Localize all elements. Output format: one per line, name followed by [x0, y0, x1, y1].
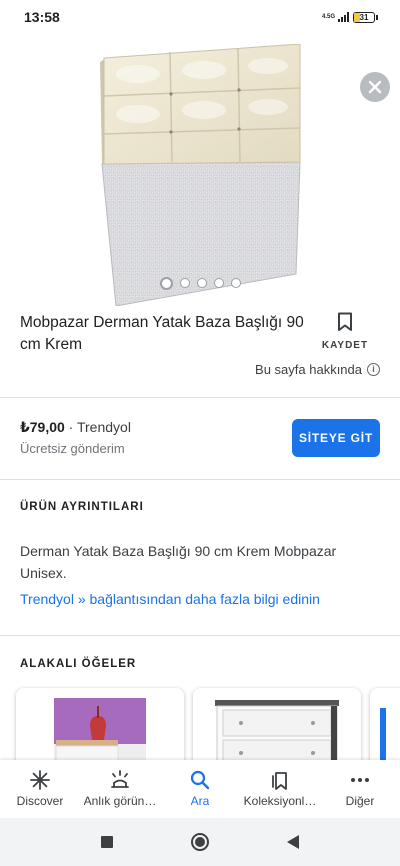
status-time: 13:58 — [24, 9, 60, 25]
nav-collections[interactable]: Koleksiyonl… — [240, 760, 320, 818]
nav-label: Koleksiyonl… — [243, 794, 317, 808]
seller-name: Trendyol — [76, 419, 131, 435]
product-image-gallery[interactable] — [0, 34, 400, 306]
nav-label: Ara — [190, 794, 210, 808]
gallery-dot[interactable] — [159, 276, 173, 290]
gallery-dot[interactable] — [230, 278, 241, 288]
related-item-image — [54, 698, 146, 766]
info-icon: i — [367, 363, 380, 376]
gallery-dot[interactable] — [179, 278, 190, 288]
about-label: Bu sayfa hakkında — [255, 362, 362, 377]
gallery-pagination — [0, 276, 400, 290]
nav-updates[interactable]: Anlık görün… — [80, 760, 160, 818]
related-item-image — [215, 700, 339, 766]
price-separator: · — [64, 419, 77, 435]
price: ₺79,00 — [20, 419, 65, 435]
related-item-card[interactable] — [193, 688, 361, 766]
gallery-dot[interactable] — [213, 278, 224, 288]
details-description: Derman Yatak Baza Başlığı 90 cm Krem Mob… — [20, 543, 337, 581]
more-icon — [351, 778, 369, 782]
product-header: Mobpazar Derman Yatak Baza Başlığı 90 cm… — [0, 300, 400, 395]
recents-button[interactable] — [92, 827, 122, 857]
related-item-card[interactable] — [16, 688, 184, 766]
price-line: ₺79,00 · Trendyol — [20, 419, 131, 436]
back-button[interactable] — [278, 827, 308, 857]
close-icon — [368, 80, 382, 94]
nav-label: Discover — [16, 794, 64, 808]
battery-icon: 31 — [353, 11, 375, 23]
related-item-image — [380, 708, 386, 766]
more-info-link[interactable]: Trendyol » bağlantısından daha fazla bil… — [20, 591, 320, 607]
back-triangle-icon — [287, 835, 300, 849]
shipping-info: Ücretsiz gönderim — [20, 441, 125, 456]
updates-icon — [111, 770, 129, 788]
visit-site-button[interactable]: SİTEYE GİT — [292, 419, 380, 457]
network-type: 4.5G — [322, 14, 336, 20]
related-items: ALAKALI ÖĞELER — [0, 636, 400, 766]
details-heading: ÜRÜN AYRINTILARI — [20, 501, 144, 513]
nav-search[interactable]: Ara — [160, 760, 240, 818]
product-image — [100, 44, 301, 306]
home-button[interactable] — [185, 827, 215, 857]
system-navigation — [0, 818, 400, 866]
about-this-page-link[interactable]: Bu sayfa hakkında i — [255, 362, 380, 377]
related-heading: ALAKALI ÖĞELER — [20, 658, 137, 670]
signal-icon — [338, 12, 349, 22]
save-label: KAYDET — [321, 340, 369, 351]
nav-discover[interactable]: Discover — [0, 760, 80, 818]
related-item-card[interactable] — [370, 688, 400, 766]
collections-icon — [272, 772, 287, 790]
bottom-navigation: Discover Anlık görün… Ara Koleksiyonl… D… — [0, 760, 400, 818]
close-button[interactable] — [360, 72, 390, 102]
asterisk-icon — [30, 770, 50, 790]
search-icon — [190, 770, 210, 790]
gallery-dot[interactable] — [196, 278, 207, 288]
nav-more[interactable]: Diğer — [320, 760, 400, 818]
battery-percent: 31 — [359, 12, 369, 22]
status-icons: 4.5G 31 — [322, 11, 378, 23]
product-title: Mobpazar Derman Yatak Baza Başlığı 90 cm… — [20, 314, 304, 353]
status-bar: 13:58 4.5G 31 — [0, 0, 400, 34]
product-details: ÜRÜN AYRINTILARI Derman Yatak Baza Başlı… — [0, 480, 400, 634]
bookmark-icon — [338, 312, 352, 331]
square-icon — [100, 836, 113, 848]
battery-cap — [376, 14, 378, 20]
nav-label: Anlık görün… — [83, 794, 157, 808]
nav-label: Diğer — [345, 794, 375, 808]
offer-row: ₺79,00 · Trendyol Ücretsiz gönderim SİTE… — [0, 398, 400, 478]
save-button[interactable]: KAYDET — [316, 312, 374, 351]
home-circle-icon — [190, 833, 209, 851]
